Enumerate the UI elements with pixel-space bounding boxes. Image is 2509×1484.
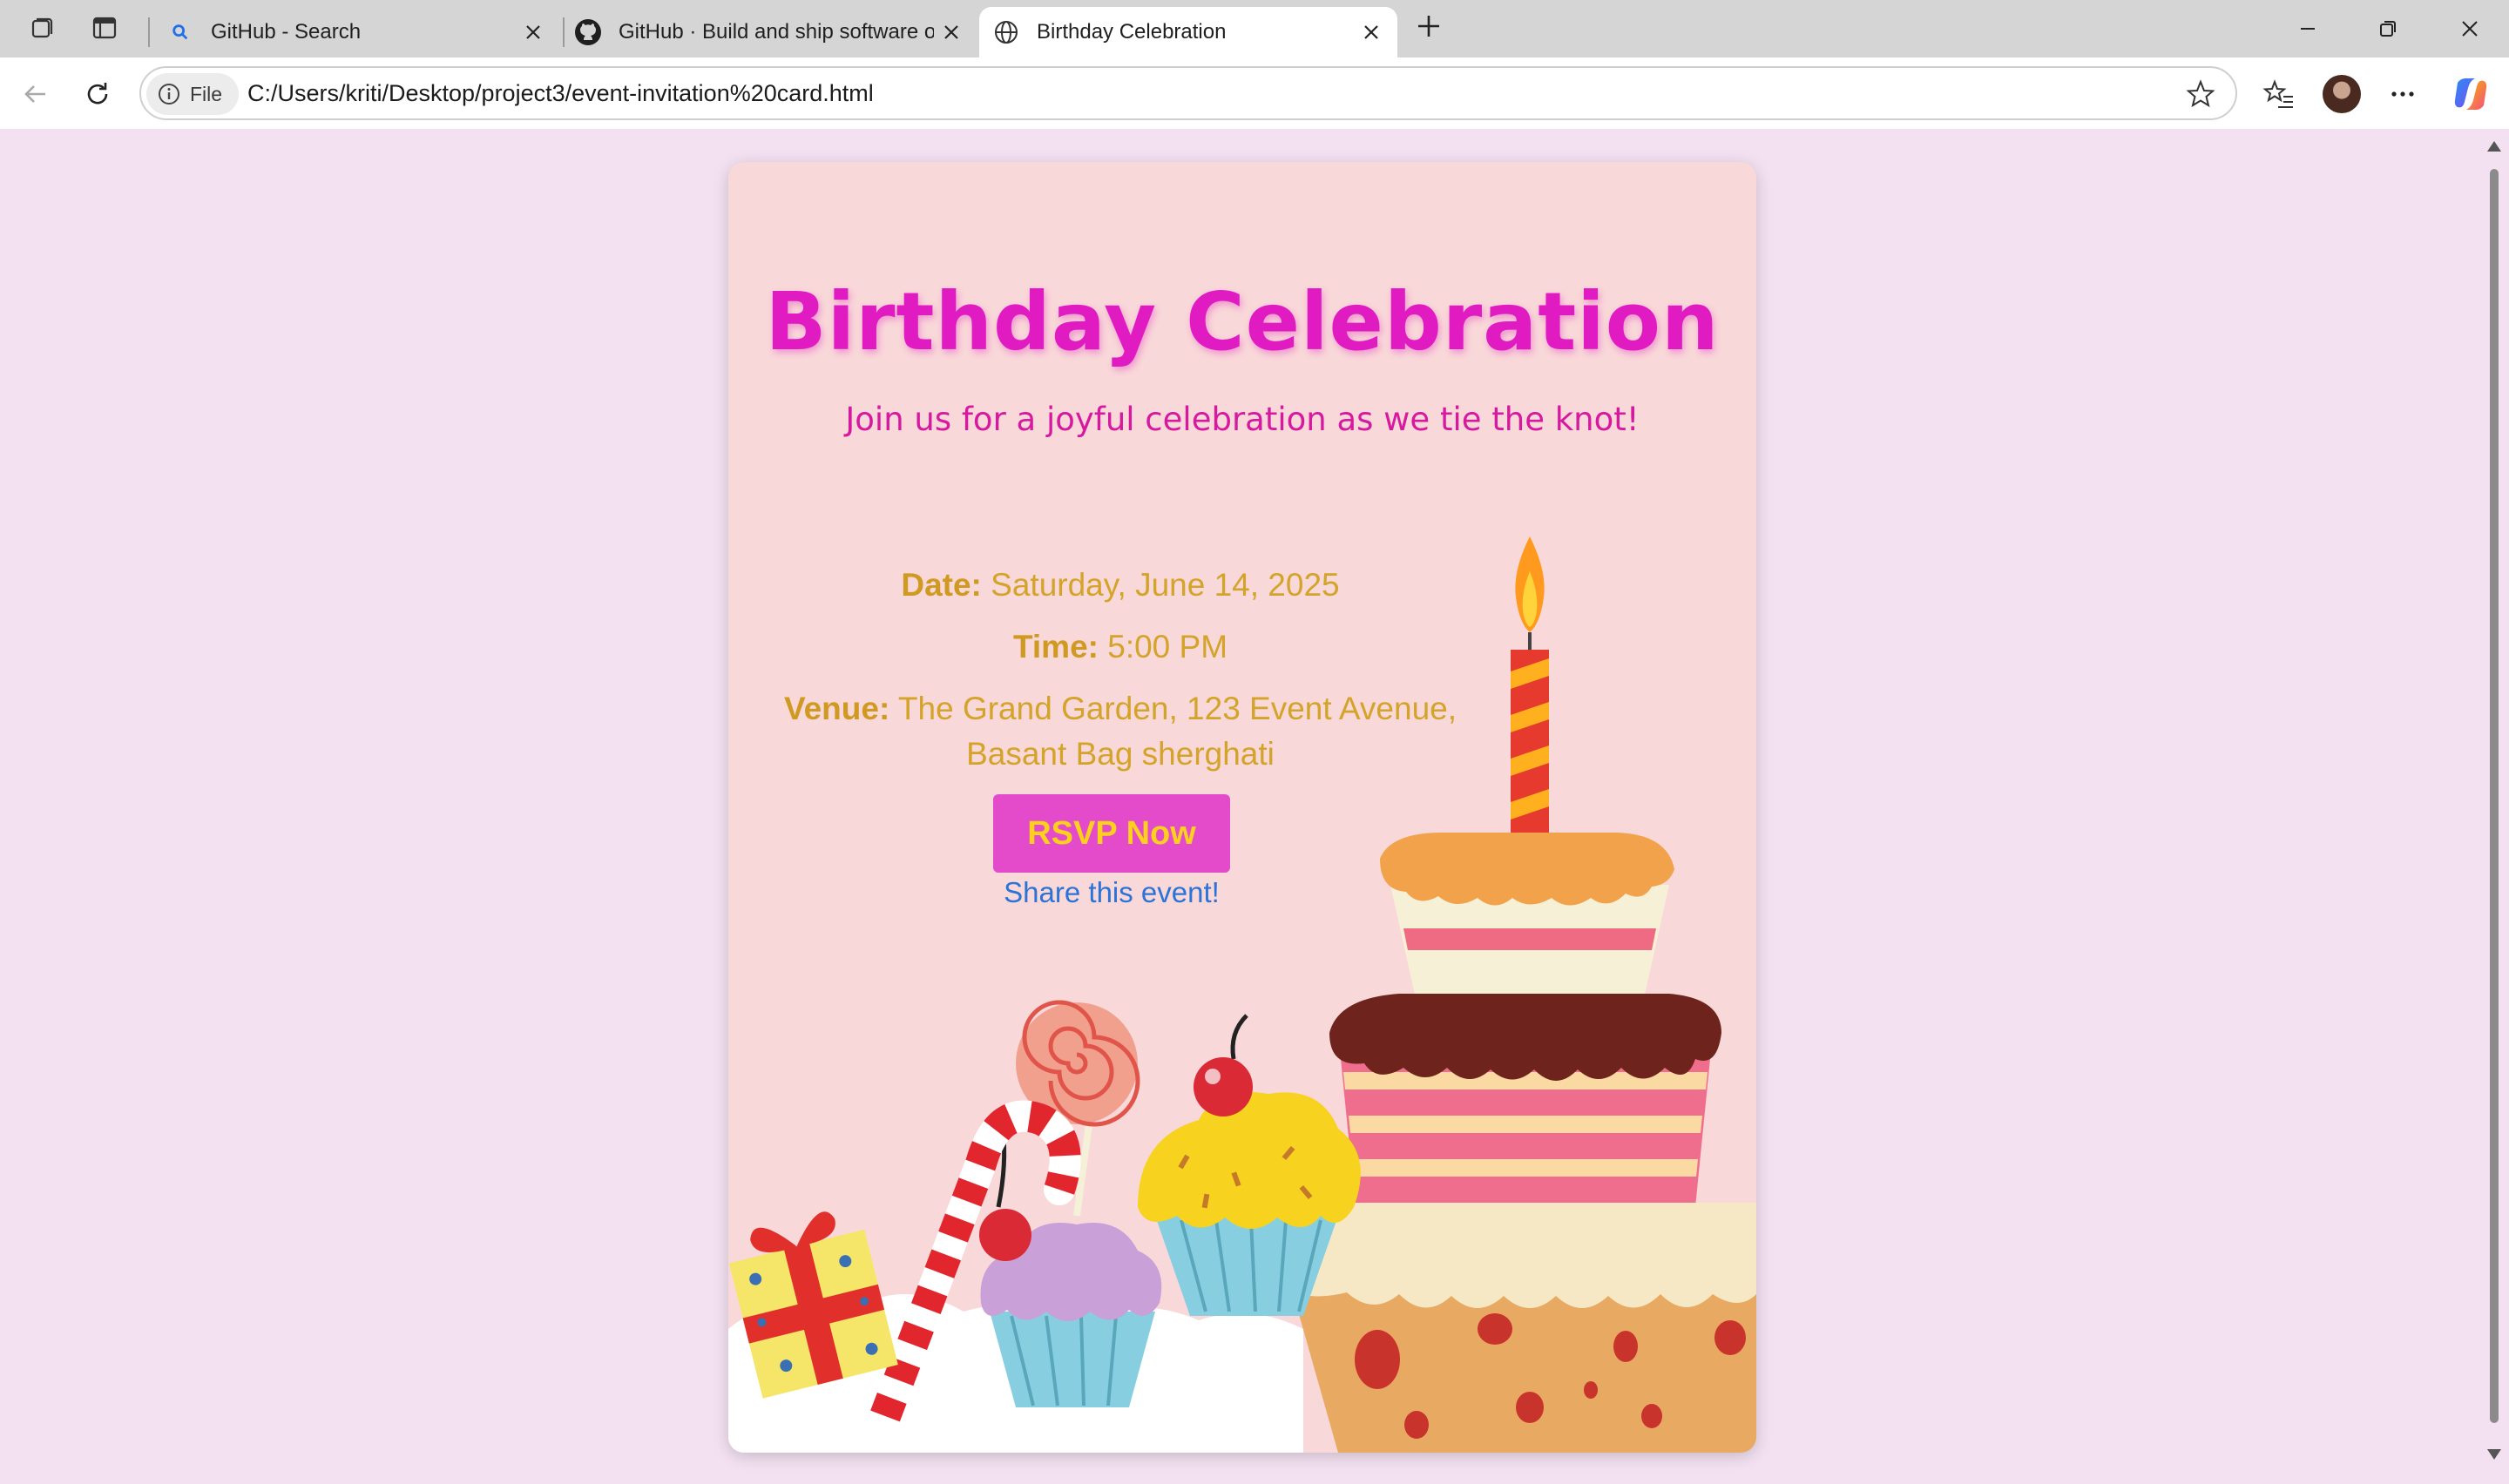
globe-icon: [991, 17, 1021, 47]
github-icon: [573, 17, 603, 47]
favorites-button[interactable]: [2256, 71, 2302, 117]
time-label: Time:: [1012, 629, 1099, 664]
date-value: Saturday, June 14, 2025: [991, 567, 1340, 603]
date-row: Date: Saturday, June 14, 2025: [728, 563, 1512, 608]
card-title: Birthday Celebration: [765, 275, 1720, 368]
star-icon: [2186, 79, 2215, 108]
restore-icon: [2380, 21, 2396, 37]
venue-row: Venue: The Grand Garden, 123 Event Avenu…: [728, 686, 1512, 777]
close-icon: [2462, 21, 2478, 37]
tab-bar: GitHub - Search GitHub · Build and ship …: [0, 0, 2509, 57]
close-window-button[interactable]: [2431, 7, 2509, 51]
venue-label: Venue:: [783, 691, 890, 726]
more-menu-button[interactable]: [2380, 71, 2425, 117]
tab-title: GitHub · Build and ship software on: [619, 20, 934, 44]
share-event-link[interactable]: Share this event!: [728, 876, 1495, 909]
browser-toolbar: File C:/Users/kriti/Desktop/project3/eve…: [0, 57, 2509, 129]
time-value: 5:00 PM: [1107, 629, 1228, 664]
scrollbar-thumb[interactable]: [2490, 169, 2499, 1423]
info-icon: [159, 84, 179, 105]
close-tab-icon[interactable]: [516, 15, 551, 50]
card-subtitle: Join us for a joyful celebration as we t…: [845, 401, 1640, 438]
workspaces-icon[interactable]: [23, 10, 61, 45]
copilot-icon: [2454, 78, 2487, 111]
plus-icon: [1418, 16, 1439, 37]
tab-github-home[interactable]: GitHub · Build and ship software on: [563, 7, 977, 57]
tab-github-search[interactable]: GitHub - Search: [150, 7, 559, 57]
minimize-icon: [2301, 28, 2315, 30]
event-details: Date: Saturday, June 14, 2025 Time: 5:00…: [728, 563, 1512, 793]
close-tab-icon[interactable]: [934, 15, 969, 50]
venue-value-line2: Basant Bag sherghati: [966, 736, 1275, 772]
tab-birthday-celebration[interactable]: Birthday Celebration: [979, 7, 1397, 57]
tab-title: Birthday Celebration: [1037, 20, 1227, 44]
back-button[interactable]: [12, 71, 57, 117]
candle-icon: [1511, 536, 1549, 833]
scroll-down-arrow-icon[interactable]: [2487, 1449, 2501, 1460]
address-bar[interactable]: File C:/Users/kriti/Desktop/project3/eve…: [139, 66, 2237, 120]
restore-button[interactable]: [2349, 7, 2427, 51]
search-icon: [166, 17, 195, 47]
date-label: Date:: [901, 567, 982, 603]
more-dots-icon: [2391, 91, 2414, 97]
site-info-chip[interactable]: File: [146, 73, 239, 115]
arrow-left-icon: [24, 85, 45, 103]
vertical-scrollbar[interactable]: [2479, 129, 2509, 1477]
url-text[interactable]: C:/Users/kriti/Desktop/project3/event-in…: [247, 68, 874, 118]
vertical-tabs-icon[interactable]: [85, 10, 124, 45]
venue-value-line1: The Grand Garden, 123 Event Avenue,: [897, 691, 1457, 726]
refresh-icon: [87, 83, 108, 105]
favorite-button[interactable]: [2183, 77, 2218, 111]
avatar: [2323, 75, 2361, 113]
scroll-up-arrow-icon[interactable]: [2487, 141, 2501, 152]
tab-title: GitHub - Search: [211, 20, 362, 44]
new-tab-button[interactable]: [1410, 9, 1448, 44]
rsvp-button[interactable]: RSVP Now: [993, 794, 1230, 873]
favorites-list-icon: [2262, 79, 2293, 108]
time-row: Time: 5:00 PM: [728, 624, 1512, 670]
profile-button[interactable]: [2319, 71, 2364, 117]
minimize-button[interactable]: [2269, 7, 2347, 51]
refresh-button[interactable]: [75, 71, 120, 117]
invitation-card: Birthday Celebration Join us for a joyfu…: [728, 162, 1756, 1453]
close-tab-icon[interactable]: [1354, 15, 1389, 50]
copilot-button[interactable]: [2448, 71, 2493, 117]
site-chip-label: File: [190, 82, 223, 105]
